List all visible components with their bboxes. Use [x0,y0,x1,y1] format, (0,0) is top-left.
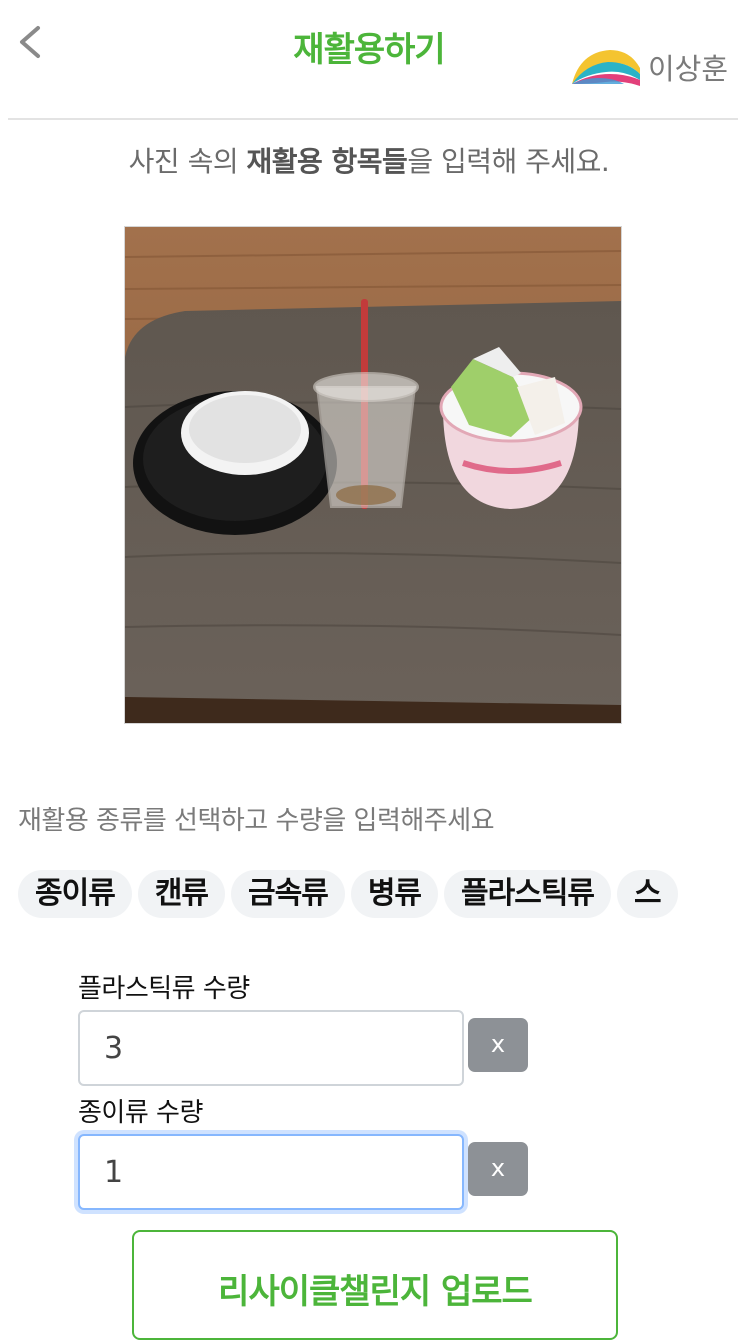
recycling-photo [124,226,622,724]
chip-metal[interactable]: 금속류 [231,870,345,918]
instruction-text: 사진 속의 재활용 항목들을 입력해 주세요. [0,140,738,180]
user-name: 이상훈 [647,52,728,86]
instruction-suffix: 을 입력해 주세요. [407,145,610,178]
chip-plastic[interactable]: 플라스틱류 [444,870,612,918]
chip-paper[interactable]: 종이류 [18,870,132,918]
chip-next-partial[interactable]: 스 [617,870,678,918]
paper-quantity-label: 종이류 수량 [78,1098,203,1128]
header-divider [8,118,738,120]
rainbow-logo-icon [571,50,640,86]
plastic-quantity-input[interactable] [78,1010,464,1086]
remove-paper-button[interactable]: x [468,1142,528,1196]
chip-can[interactable]: 캔류 [137,870,226,918]
category-chip-list[interactable]: 종이류 캔류 금속류 병류 플라스틱류 스 [18,870,728,918]
category-instruction: 재활용 종류를 선택하고 수량을 입력해주세요 [18,806,495,836]
app-header: 재활용하기 이상훈 [0,0,738,120]
user-profile[interactable]: 이상훈 [570,44,728,90]
remove-plastic-button[interactable]: x [468,1018,528,1072]
instruction-highlight: 재활용 항목들 [246,145,408,178]
chip-bottle[interactable]: 병류 [350,870,439,918]
upload-button[interactable]: 리사이클챌린지 업로드 [132,1230,618,1340]
plastic-quantity-label: 플라스틱류 수량 [78,974,250,1004]
paper-quantity-input[interactable] [78,1134,464,1210]
instruction-prefix: 사진 속의 [128,145,247,178]
